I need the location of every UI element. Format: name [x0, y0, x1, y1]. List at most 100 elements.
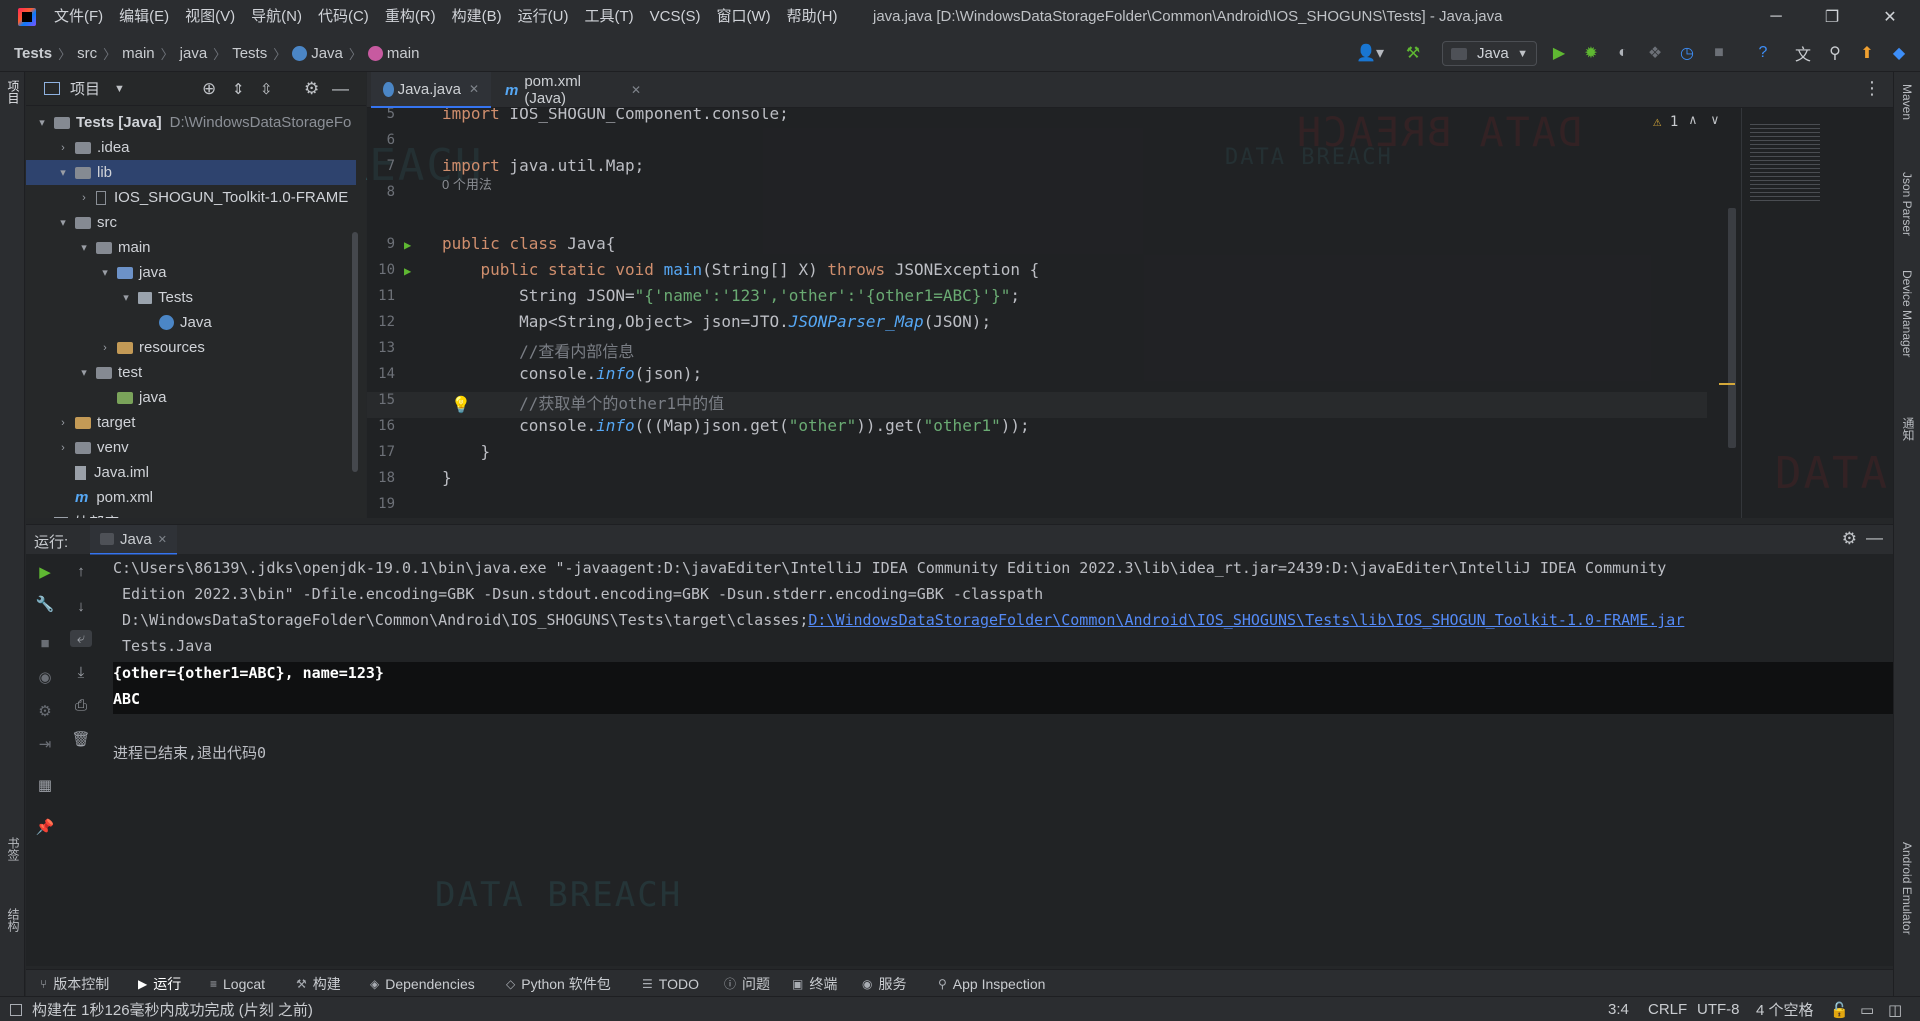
- run-configuration-select[interactable]: Java ▼: [1442, 41, 1537, 66]
- tool-run[interactable]: ▶ 运行: [138, 970, 181, 997]
- tree-item[interactable]: ▾ java: [99, 260, 166, 285]
- notifications-tool-button[interactable]: 通知: [1900, 417, 1917, 441]
- menu-vcs[interactable]: VCS(S): [642, 0, 709, 34]
- menu-window[interactable]: 窗口(W): [708, 0, 778, 34]
- chevron-down-icon[interactable]: ▾: [78, 366, 90, 379]
- menu-tools[interactable]: 工具(T): [576, 0, 641, 34]
- timer-icon[interactable]: ◷: [1676, 40, 1698, 66]
- chevron-down-icon[interactable]: ▾: [57, 166, 69, 179]
- wrench-icon[interactable]: 🔧: [34, 595, 56, 613]
- menu-view[interactable]: 视图(V): [177, 0, 243, 34]
- tool-todo[interactable]: ☰ TODO: [642, 970, 699, 997]
- chevron-right-icon[interactable]: ›: [57, 417, 69, 429]
- chevron-down-icon[interactable]: ▾: [57, 216, 69, 229]
- chevron-down-icon[interactable]: ▾: [36, 116, 48, 129]
- tab-pom-xml[interactable]: m pom.xml (Java) ✕: [493, 72, 653, 108]
- menu-help[interactable]: 帮助(H): [779, 0, 846, 34]
- tool-terminal[interactable]: ▣ 终端: [792, 970, 837, 997]
- tool-dependencies[interactable]: ◈ Dependencies: [370, 970, 475, 997]
- search-icon[interactable]: ⚲: [1824, 40, 1846, 66]
- update-icon[interactable]: ⬆: [1856, 40, 1878, 66]
- tab-java-java[interactable]: Java.java ✕: [371, 72, 491, 108]
- gear-icon[interactable]: ⚙: [304, 79, 319, 99]
- tree-item[interactable]: ▾ Tests [Java] D:\WindowsDataStorageFo: [36, 110, 351, 135]
- chevron-right-icon[interactable]: ›: [36, 517, 48, 519]
- caret-position[interactable]: 3:4: [1608, 997, 1629, 1021]
- layout-icon[interactable]: ▦: [34, 776, 56, 794]
- tool-build[interactable]: ⚒ 构建: [296, 970, 341, 997]
- breadcrumb-item[interactable]: java: [180, 45, 208, 62]
- print-icon[interactable]: ⎙: [70, 697, 92, 714]
- scroll-up-icon[interactable]: ↑: [70, 563, 92, 580]
- more-tabs-icon[interactable]: ⋮: [1863, 78, 1881, 99]
- run-tab-java[interactable]: Java ✕: [90, 525, 177, 555]
- breadcrumb-item[interactable]: Java: [292, 45, 343, 62]
- structure-tool-button[interactable]: 结构: [5, 908, 22, 932]
- rerun-icon[interactable]: ▶: [34, 563, 56, 581]
- close-tab-icon[interactable]: ✕: [158, 533, 167, 546]
- exit-icon[interactable]: ⇥: [34, 735, 56, 753]
- file-encoding[interactable]: UTF-8: [1697, 997, 1740, 1021]
- debug-icon[interactable]: ✹: [1580, 40, 1602, 66]
- profile-icon[interactable]: ❖: [1644, 40, 1666, 66]
- tree-item[interactable]: › IOS_SHOGUN_Toolkit-1.0-FRAME: [78, 185, 348, 210]
- project-panel-title[interactable]: 项目: [70, 78, 100, 99]
- collapse-all-icon[interactable]: ⇳: [260, 80, 273, 98]
- soft-wrap-icon[interactable]: ⤶: [70, 630, 92, 647]
- close-tab-icon[interactable]: ✕: [631, 83, 641, 97]
- chevron-down-icon[interactable]: ▾: [78, 241, 90, 254]
- translate-icon[interactable]: 文: [1792, 40, 1814, 66]
- tool-services[interactable]: ◉ 服务: [862, 970, 906, 997]
- hide-panel-icon[interactable]: —: [332, 79, 349, 99]
- tree-item[interactable]: m pom.xml: [57, 485, 153, 510]
- intention-bulb-icon[interactable]: 💡: [451, 395, 471, 414]
- coverage-icon[interactable]: ◐: [1612, 40, 1634, 66]
- stop-icon[interactable]: ■: [34, 635, 56, 652]
- breadcrumb-item[interactable]: Tests: [232, 45, 267, 62]
- breadcrumb-item[interactable]: main: [122, 45, 155, 62]
- indent-setting[interactable]: 4 个空格: [1756, 997, 1814, 1021]
- gear-icon[interactable]: ⚙: [1842, 529, 1857, 549]
- tree-item[interactable]: ▾ test: [78, 360, 142, 385]
- locate-icon[interactable]: ⊕: [202, 79, 216, 99]
- user-icon[interactable]: 👤▾: [1352, 40, 1388, 66]
- menu-refactor[interactable]: 重构(R): [377, 0, 444, 34]
- json-parser-tool-button[interactable]: Json Parser: [1900, 172, 1914, 236]
- run-gutter-icon[interactable]: ▶: [404, 264, 411, 278]
- tree-item[interactable]: java: [99, 385, 167, 410]
- tool-vcs[interactable]: ⑂ 版本控制: [40, 970, 109, 997]
- lock-icon[interactable]: 🔓: [1830, 997, 1849, 1021]
- tool-python-packages[interactable]: ◇ Python 软件包: [506, 970, 611, 997]
- scroll-down-icon[interactable]: ↓: [70, 598, 92, 615]
- minimize-button[interactable]: ─: [1748, 0, 1804, 34]
- chevron-right-icon[interactable]: ›: [99, 342, 111, 354]
- hide-panel-icon[interactable]: —: [1866, 528, 1883, 548]
- tree-item[interactable]: ▾ src: [57, 210, 117, 235]
- tool-problems[interactable]: ⓘ 问题: [724, 970, 770, 997]
- tree-item[interactable]: Java: [141, 310, 212, 335]
- code-editor[interactable]: ⚠ 1 ∧ ∨ 5 import IOS_SHOGUN_Component.con…: [367, 108, 1893, 518]
- line-separator[interactable]: CRLF: [1648, 997, 1687, 1021]
- menu-navigate[interactable]: 导航(N): [243, 0, 310, 34]
- run-gutter-icon[interactable]: ▶: [404, 238, 411, 252]
- pin-icon[interactable]: 📌: [34, 818, 56, 836]
- menu-run[interactable]: 运行(U): [510, 0, 577, 34]
- android-emulator-tool-button[interactable]: Android Emulator: [1900, 842, 1914, 935]
- minimap[interactable]: [1741, 108, 1866, 518]
- editor-scrollbar[interactable]: [1728, 208, 1736, 448]
- usages-hint[interactable]: 0 个用法: [442, 174, 492, 193]
- maximize-button[interactable]: ❐: [1804, 0, 1860, 34]
- tree-item[interactable]: ▾ main: [78, 235, 150, 260]
- chevron-right-icon[interactable]: ›: [57, 142, 69, 154]
- device-manager-tool-button[interactable]: Device Manager: [1900, 270, 1914, 357]
- menu-code[interactable]: 代码(C): [310, 0, 377, 34]
- project-tool-button[interactable]: 项目: [5, 80, 22, 104]
- build-hammer-icon[interactable]: ⚒: [1402, 40, 1424, 66]
- tree-scrollbar[interactable]: [352, 232, 358, 472]
- tree-item[interactable]: › .idea: [57, 135, 129, 160]
- tree-item[interactable]: › resources: [99, 335, 205, 360]
- close-window-button[interactable]: ✕: [1862, 0, 1918, 34]
- next-highlight-icon[interactable]: ∨: [1711, 113, 1719, 128]
- tool-logcat[interactable]: ≡ Logcat: [210, 970, 265, 997]
- warnings-indicator[interactable]: ⚠ 1: [1653, 114, 1678, 130]
